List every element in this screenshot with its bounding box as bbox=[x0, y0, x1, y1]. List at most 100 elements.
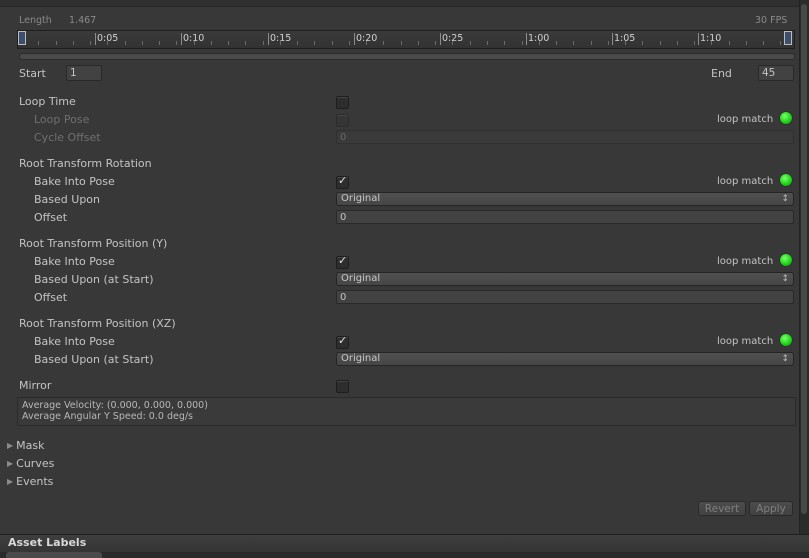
timeline-minor-tick bbox=[297, 41, 298, 45]
start-field[interactable]: 1 bbox=[66, 65, 102, 81]
loop-match-label: loop match bbox=[717, 114, 774, 125]
asset-labels-bar[interactable]: Asset Labels bbox=[0, 534, 809, 552]
timeline-minor-tick bbox=[125, 41, 126, 45]
timeline-minor-tick bbox=[556, 41, 557, 45]
timeline-minor-tick bbox=[677, 41, 678, 45]
timeline-minor-tick bbox=[452, 41, 453, 45]
loop-match-indicator-icon bbox=[780, 112, 792, 124]
timeline-minor-tick bbox=[280, 41, 281, 45]
rotation-based-upon-label: Based Upon bbox=[34, 193, 100, 206]
timeline-end-handle[interactable] bbox=[784, 31, 792, 45]
position-y-offset-field[interactable]: 0 bbox=[336, 290, 794, 304]
loop-time-checkbox[interactable] bbox=[336, 96, 349, 109]
timeline-minor-tick bbox=[263, 41, 264, 45]
curves-foldout[interactable]: ▶ Curves bbox=[7, 457, 54, 470]
timeline-start-handle[interactable] bbox=[18, 31, 26, 45]
length-value: 1.467 bbox=[69, 15, 97, 26]
dropdown-arrows-icon: ↕ bbox=[781, 274, 789, 284]
apply-button[interactable]: Apply bbox=[749, 501, 793, 516]
timeline-minor-tick bbox=[194, 41, 195, 45]
mask-foldout[interactable]: ▶ Mask bbox=[7, 439, 45, 452]
end-field[interactable]: 45 bbox=[758, 65, 794, 81]
mirror-label: Mirror bbox=[19, 379, 52, 392]
average-velocity-text: Average Velocity: (0.000, 0.000, 0.000) bbox=[22, 400, 208, 411]
bottom-strip bbox=[0, 552, 809, 558]
timeline-minor-tick bbox=[349, 41, 350, 45]
checkmark-icon: ✓ bbox=[338, 174, 348, 187]
timeline-minor-tick bbox=[73, 41, 74, 45]
position-y-section-title: Root Transform Position (Y) bbox=[19, 237, 168, 250]
dropdown-value: Original bbox=[341, 353, 381, 364]
timeline-tick bbox=[95, 33, 96, 45]
timeline-ruler[interactable] bbox=[17, 30, 795, 49]
timeline-tick bbox=[354, 33, 355, 45]
bottom-tab[interactable] bbox=[6, 552, 102, 558]
position-xz-bake-label: Bake Into Pose bbox=[34, 335, 115, 348]
checkmark-icon: ✓ bbox=[338, 334, 348, 347]
dropdown-arrows-icon: ↕ bbox=[781, 194, 789, 204]
asset-labels-title: Asset Labels bbox=[8, 536, 87, 549]
timeline-minor-tick bbox=[746, 41, 747, 45]
timeline-minor-tick bbox=[591, 41, 592, 45]
timeline-minor-tick bbox=[763, 41, 764, 45]
mirror-checkbox[interactable] bbox=[336, 380, 349, 393]
scrollbar-thumb[interactable] bbox=[801, 4, 807, 514]
timeline-minor-tick bbox=[729, 41, 730, 45]
average-angular-speed-text: Average Angular Y Speed: 0.0 deg/s bbox=[22, 411, 193, 422]
timeline-minor-tick bbox=[694, 41, 695, 45]
loop-match-label: loop match bbox=[717, 256, 774, 267]
loop-pose-checkbox[interactable] bbox=[336, 114, 349, 127]
timeline-minor-tick bbox=[487, 41, 488, 45]
timeline-tick bbox=[440, 33, 441, 45]
timeline-minor-tick bbox=[176, 41, 177, 45]
dropdown-arrows-icon: ↕ bbox=[781, 354, 789, 364]
loop-pose-label: Loop Pose bbox=[34, 113, 90, 126]
foldout-arrow-icon: ▶ bbox=[7, 441, 14, 450]
position-xz-based-upon-label: Based Upon (at Start) bbox=[34, 353, 154, 366]
timeline-minor-tick bbox=[142, 41, 143, 45]
timeline-minor-tick bbox=[418, 41, 419, 45]
timeline-tick bbox=[612, 33, 613, 45]
timeline-minor-tick bbox=[608, 41, 609, 45]
timeline-minor-tick bbox=[38, 41, 39, 45]
timeline-minor-tick bbox=[401, 41, 402, 45]
timeline-range-bar[interactable] bbox=[19, 53, 795, 60]
timeline-minor-tick bbox=[211, 41, 212, 45]
position-xz-section-title: Root Transform Position (XZ) bbox=[19, 317, 176, 330]
motion-info-box: Average Velocity: (0.000, 0.000, 0.000) … bbox=[17, 397, 796, 426]
position-xz-bake-checkbox[interactable]: ✓ bbox=[336, 334, 349, 349]
start-label: Start bbox=[19, 67, 46, 80]
loop-match-indicator-icon bbox=[780, 254, 792, 266]
timeline-minor-tick bbox=[56, 41, 57, 45]
rotation-offset-field[interactable]: 0 bbox=[336, 210, 794, 224]
rotation-bake-label: Bake Into Pose bbox=[34, 175, 115, 188]
timeline-minor-tick bbox=[332, 41, 333, 45]
loop-match-indicator-icon bbox=[780, 174, 792, 186]
rotation-section-title: Root Transform Rotation bbox=[19, 157, 152, 170]
timeline-minor-tick bbox=[228, 41, 229, 45]
loop-match-label: loop match bbox=[717, 176, 774, 187]
loop-time-label: Loop Time bbox=[19, 95, 76, 108]
rotation-bake-checkbox[interactable]: ✓ bbox=[336, 174, 349, 189]
top-separator bbox=[0, 0, 799, 7]
rotation-based-upon-dropdown[interactable]: Original ↕ bbox=[336, 192, 794, 206]
foldout-arrow-icon: ▶ bbox=[7, 459, 14, 468]
timeline-minor-tick bbox=[539, 41, 540, 45]
loop-match-indicator-icon bbox=[780, 334, 792, 346]
dropdown-value: Original bbox=[341, 193, 381, 204]
timeline-minor-tick bbox=[314, 41, 315, 45]
position-y-offset-label: Offset bbox=[34, 291, 68, 304]
position-y-based-upon-dropdown[interactable]: Original ↕ bbox=[336, 272, 794, 286]
position-y-bake-checkbox[interactable]: ✓ bbox=[336, 254, 349, 269]
position-xz-based-upon-dropdown[interactable]: Original ↕ bbox=[336, 352, 794, 366]
fps-label: 30 FPS bbox=[755, 15, 788, 26]
revert-button[interactable]: Revert bbox=[698, 501, 746, 516]
cycle-offset-field[interactable]: 0 bbox=[336, 130, 794, 144]
timeline-minor-tick bbox=[642, 41, 643, 45]
checkmark-icon: ✓ bbox=[338, 254, 348, 267]
length-label: Length bbox=[19, 15, 52, 26]
events-foldout[interactable]: ▶ Events bbox=[7, 475, 53, 488]
timeline-minor-tick bbox=[780, 41, 781, 45]
end-label: End bbox=[711, 67, 732, 80]
timeline-tick bbox=[698, 33, 699, 45]
